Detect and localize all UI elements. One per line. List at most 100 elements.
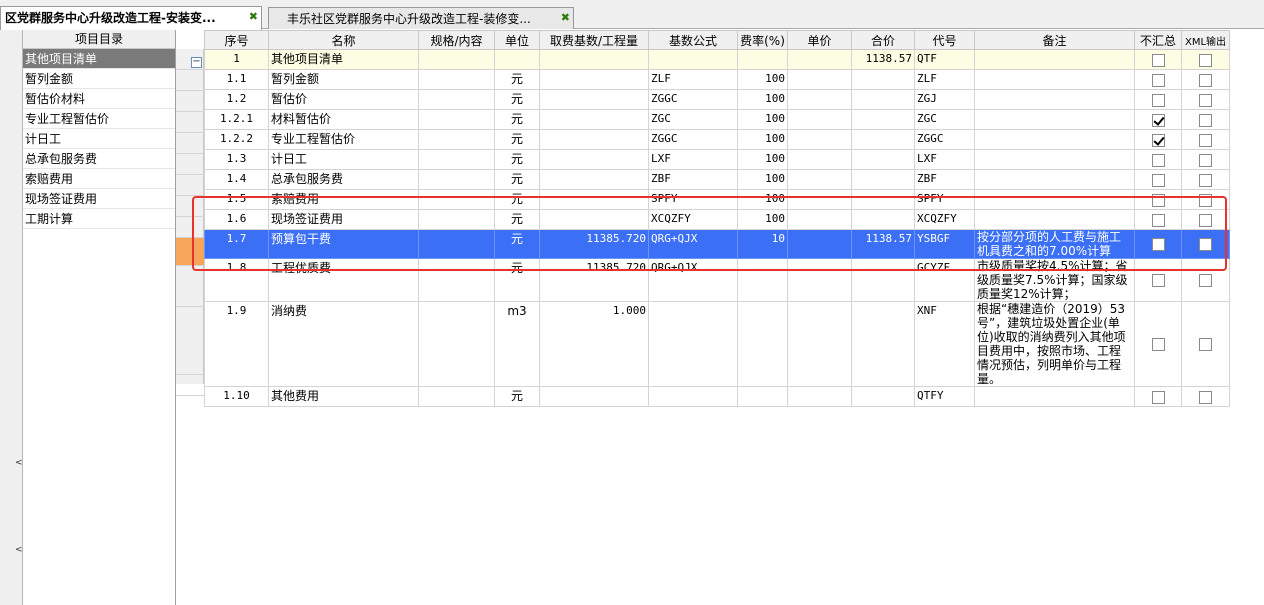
cell-no[interactable]: 1.4 [204,169,269,190]
cell-code[interactable]: QTFY [914,386,975,407]
cell-name[interactable]: 计日工 [268,149,419,170]
cell-formula[interactable]: ZBF [648,169,738,190]
cell-price[interactable] [787,49,852,70]
sidebar-item[interactable]: 专业工程暂估价 [23,109,175,129]
cell-unit[interactable]: 元 [494,89,540,110]
cell-unit[interactable]: 元 [494,149,540,170]
column-header[interactable]: 规格/内容 [418,30,495,50]
xml-output-checkbox[interactable] [1199,73,1212,87]
cell-note[interactable] [974,69,1135,90]
cell-note[interactable]: 市级质量奖按4.5%计算；省级质量奖7.5%计算；国家级质量奖12%计算； [974,258,1135,302]
cell-total[interactable] [851,129,915,150]
no-summary-checkbox[interactable] [1151,133,1165,147]
cell-code[interactable]: LXF [914,149,975,170]
cell-formula[interactable]: QRG+QJX [648,229,738,259]
cell-code[interactable]: ZGGC [914,129,975,150]
cell-base[interactable]: 11385.720 [539,229,649,259]
cell-note[interactable] [974,49,1135,70]
cell-formula[interactable]: ZGC [648,109,738,130]
cell-unit[interactable]: 元 [494,209,540,230]
cell-rate[interactable]: 100 [737,209,788,230]
column-header[interactable]: 名称 [268,30,419,50]
xml-output-checkbox[interactable] [1199,173,1212,187]
column-header[interactable]: 单价 [787,30,852,50]
no-summary-checkbox[interactable] [1151,390,1165,404]
cell-no[interactable]: 1.3 [204,149,269,170]
no-summary-checkbox[interactable] [1151,338,1165,351]
cell-name[interactable]: 专业工程暂估价 [268,129,419,150]
cell-price[interactable] [787,129,852,150]
cell-price[interactable] [787,209,852,230]
no-summary-checkbox[interactable] [1151,73,1165,87]
table-row[interactable]: 1.1 暂列金额元 ZLF 100 ZLF [204,69,1230,90]
cell-rate[interactable] [737,49,788,70]
cell-spec[interactable] [418,229,495,259]
row-marker[interactable] [176,217,204,238]
cell-base[interactable] [539,386,649,407]
sidebar-item[interactable]: 暂列金额 [23,69,175,89]
table-row[interactable]: 1.3 计日工元 LXF 100 LXF [204,149,1230,170]
table-row[interactable]: 1.2.1 材料暂估价元 ZGC 100 ZGC [204,109,1230,130]
xml-output-checkbox[interactable] [1199,238,1212,251]
cell-name[interactable]: 暂估价 [268,89,419,110]
column-header[interactable]: 备注 [974,30,1135,50]
column-header[interactable]: 费率(%) [737,30,788,50]
cell-unit[interactable]: 元 [494,69,540,90]
row-marker[interactable] [176,375,204,396]
cell-unit[interactable] [494,49,540,70]
xml-output-checkbox[interactable] [1199,153,1212,167]
cell-note[interactable] [974,169,1135,190]
column-header[interactable]: XML输出 [1181,30,1230,50]
sidebar-item[interactable]: 总承包服务费 [23,149,175,169]
cell-code[interactable]: SPFY [914,189,975,210]
row-marker[interactable] [176,266,204,307]
cell-no[interactable]: 1.8 [204,258,269,302]
cell-spec[interactable] [418,109,495,130]
xml-output-checkbox[interactable] [1199,274,1212,287]
collapse-arrow-icon[interactable]: < [15,458,23,468]
table-row[interactable]: 1.2 暂估价 元 ZGGC 100 ZGJ [204,89,1230,110]
cell-total[interactable] [851,301,915,387]
cell-spec[interactable] [418,149,495,170]
close-tab-icon[interactable]: ✖ [561,11,570,24]
cell-spec[interactable] [418,301,495,387]
cell-unit[interactable]: 元 [494,189,540,210]
cell-code[interactable]: XCQZFY [914,209,975,230]
cell-formula[interactable] [648,386,738,407]
row-marker[interactable] [176,196,204,217]
cell-code[interactable]: GCYZF [914,258,975,302]
table-row[interactable]: 1.8 工程优质费 元 11385.720 QRG+QJX GCYZF 市级质量奖按4.5%… [204,258,1230,302]
collapse-strip[interactable]: < < [0,30,23,605]
cell-total[interactable]: 1138.57 [851,49,915,70]
row-marker[interactable] [176,307,204,375]
cell-price[interactable] [787,69,852,90]
row-marker[interactable] [176,91,204,112]
cell-spec[interactable] [418,169,495,190]
cell-no[interactable]: 1.2.2 [204,129,269,150]
xml-output-checkbox[interactable] [1199,113,1212,127]
no-summary-checkbox[interactable] [1151,213,1165,227]
sidebar-item[interactable]: 计日工 [23,129,175,149]
cell-rate[interactable]: 10 [737,229,788,259]
cell-name[interactable]: 消纳费 [268,301,419,387]
xml-output-checkbox[interactable] [1199,338,1212,351]
cell-total[interactable] [851,189,915,210]
sidebar-item[interactable]: 工期计算 [23,209,175,229]
cell-no[interactable]: 1.2 [204,89,269,110]
cell-code[interactable]: QTF [914,49,975,70]
cell-formula[interactable]: QRG+QJX [648,258,738,302]
cell-unit[interactable]: 元 [494,129,540,150]
cell-rate[interactable]: 100 [737,169,788,190]
cell-base[interactable]: 11385.720 [539,258,649,302]
cell-formula[interactable]: ZLF [648,69,738,90]
cell-formula[interactable]: LXF [648,149,738,170]
table-row[interactable]: 1 其他项目清单 1138.57 QTF [204,49,1230,70]
cell-formula[interactable]: XCQZFY [648,209,738,230]
cell-total[interactable]: 1138.57 [851,229,915,259]
cell-no[interactable]: 1.1 [204,69,269,90]
cell-price[interactable] [787,149,852,170]
cell-note[interactable] [974,189,1135,210]
cell-formula[interactable] [648,301,738,387]
cell-unit[interactable]: 元 [494,258,540,302]
tab-install-project[interactable]: 区党群服务中心升级改造工程-安装变... ✖ [0,6,262,30]
